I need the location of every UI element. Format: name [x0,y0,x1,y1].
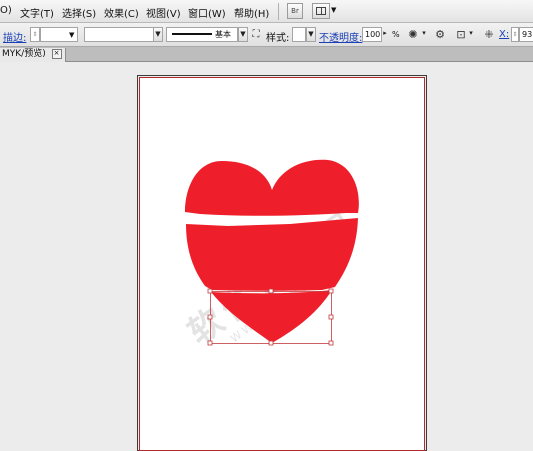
menu-object[interactable]: O) [0,5,12,16]
menu-select[interactable]: 选择(S) [62,5,96,20]
selection-handle-se[interactable] [328,340,334,346]
arrange-dropdown-icon[interactable]: ▼ [331,6,336,14]
menu-type[interactable]: 文字(T) [20,5,54,20]
brush-profile-dropdown-icon[interactable]: ▼ [238,27,248,42]
stroke-label[interactable]: 描边: [3,29,26,44]
heart-top-piece[interactable] [185,159,359,216]
menu-divider [278,3,279,20]
document-tab-bar: MYK/预览) × [0,47,533,62]
selection-handle-ne[interactable] [328,288,334,294]
recolor-dropdown-icon[interactable]: ▾ [420,27,428,42]
menu-bar: O) 文字(T) 选择(S) 效果(C) 视图(V) 窗口(W) 帮助(H) B… [0,0,533,23]
grid-icon [316,7,326,15]
stroke-weight-dropdown-icon[interactable]: ▼ [69,31,74,39]
selection-handle-s[interactable] [268,340,274,346]
close-icon[interactable]: × [51,48,62,59]
artwork-layer: 软件自学网 WWW.RJZXW.COM [181,159,366,353]
stroke-weight-stepper[interactable]: ⇕ [30,27,40,42]
heart-middle-piece[interactable] [186,218,358,291]
style-dropdown-icon[interactable]: ▼ [306,27,316,42]
document-tab-label: MYK/预览) [2,49,46,59]
opacity-unit: % [392,30,400,39]
menu-effect[interactable]: 效果(C) [104,5,139,20]
selection-handle-e[interactable] [328,314,334,320]
opacity-label[interactable]: 不透明度: [319,29,362,44]
stroke-line-preview [172,33,212,35]
selection-handle-w[interactable] [207,314,213,320]
x-input[interactable]: 93.6 [519,27,533,42]
style-label: 样式: [266,33,290,44]
document-tab[interactable]: MYK/预览) × [0,48,66,62]
bridge-button[interactable]: Br [287,3,303,19]
x-label[interactable]: X: [499,29,509,40]
control-bar: 描边: ⇕ ▼ ▼ 基本 ▼ ⛶ 样式: ▼ 不透明度: 100 ▸ % ✺ ▾… [0,23,533,47]
brush-profile-label: 基本 [215,30,231,39]
variable-width-dropdown-icon[interactable]: ▼ [153,27,163,42]
graphic-style-icon[interactable]: ⛶ [248,27,264,42]
settings-gear-icon[interactable]: ⚙ [432,27,448,42]
menu-window[interactable]: 窗口(W) [188,5,226,20]
opacity-input[interactable]: 100 [362,27,382,42]
opacity-slider-arrow-icon[interactable]: ▸ [381,27,389,42]
align-dropdown-icon[interactable]: ▾ [467,27,475,42]
variable-width-field[interactable] [84,27,154,42]
brush-profile-select[interactable]: 基本 [166,27,238,42]
selection-handle-n[interactable] [268,288,274,294]
selection-handle-nw[interactable] [207,288,213,294]
selection-handle-sw[interactable] [207,340,213,346]
menu-view[interactable]: 视图(V) [146,5,181,20]
menu-help[interactable]: 帮助(H) [234,5,269,20]
recolor-artwork-icon[interactable]: ✺ [405,27,421,42]
x-stepper[interactable]: ⇕ [511,27,519,42]
arrange-documents-button[interactable] [312,3,330,19]
style-swatch[interactable] [292,27,306,42]
canvas-area[interactable]: 软件自学网 WWW.RJZXW.COM [0,62,533,451]
reference-point-icon[interactable]: ⁜ [481,27,497,42]
